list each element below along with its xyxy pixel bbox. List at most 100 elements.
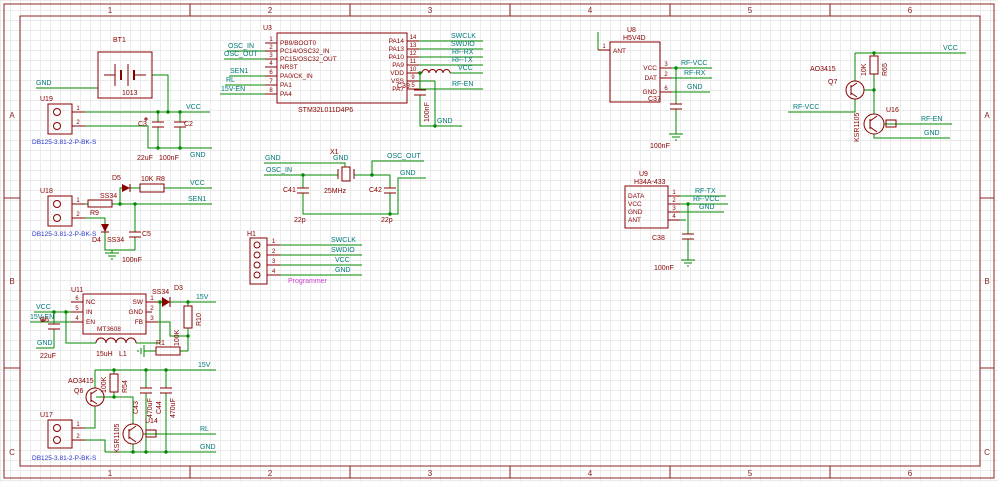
ref-d5[interactable]: D5 [112,175,121,182]
ref-c3[interactable]: C3 [138,121,147,128]
value-d5[interactable]: SS34 [100,193,117,200]
wires[interactable] [30,32,966,453]
net-label-rfrx[interactable]: RF-RX [452,49,474,56]
symbol-u8[interactable] [598,41,672,103]
value-c42[interactable]: 22p [381,217,393,224]
symbol-h1[interactable] [249,237,280,285]
value-u18[interactable]: DB125-3.81-2-P-BK-S [32,231,97,238]
symbol-d3[interactable] [162,297,171,307]
symbol-c44[interactable] [160,387,172,394]
symbol-r8[interactable] [139,183,165,193]
net-label-gnd[interactable]: GND [924,130,940,137]
value-q7[interactable]: AO3415 [810,66,836,73]
net-label-gnd[interactable]: GND [400,170,416,177]
symbol-r65[interactable] [869,55,879,75]
ref-c39[interactable]: C39 [397,83,410,90]
value-c2[interactable]: 100nF [159,155,179,162]
value-u16[interactable]: KSR1105 [854,112,861,142]
value-c44[interactable]: 470uF [170,398,177,418]
value-u8[interactable]: H5V4D [623,35,646,42]
ref-c42[interactable]: C42 [369,187,382,194]
value-r10[interactable]: 100K [174,329,181,346]
symbol-c42[interactable] [384,187,396,194]
ref-c41[interactable]: C41 [283,187,296,194]
net-label-swclk[interactable]: SWCLK [331,237,356,244]
net-label-vcc[interactable]: VCC [186,104,201,111]
net-label-gnd[interactable]: GND [37,340,53,347]
symbol-c43[interactable] [140,387,152,394]
value-u17[interactable]: DB125-3.81-2-P-BK-S [32,455,97,462]
net-label-rfvcc[interactable]: RF-VCC [693,196,719,203]
ref-u18[interactable]: U18 [40,188,53,195]
value-u11[interactable]: MT3608 [97,326,121,333]
net-label-sen1[interactable]: SEN1 [230,68,248,75]
ref-l1[interactable]: L1 [119,351,127,358]
net-label-gnd[interactable]: GND [200,444,216,451]
net-label-rfrx[interactable]: RF-RX [684,70,706,77]
value-u9[interactable]: H34A-433 [634,179,666,186]
value-c39[interactable]: 100nF [424,102,431,122]
symbol-c5[interactable] [129,231,141,238]
net-label-gnd[interactable]: GND [36,80,52,87]
ref-u16[interactable]: U16 [886,107,899,114]
net-label-rfen[interactable]: RF-EN [921,116,942,123]
net-label-gnd[interactable]: GND [687,84,703,91]
value-bt1[interactable]: 1013 [122,90,138,97]
symbol-d5[interactable] [122,184,131,192]
symbol-d4[interactable] [101,224,109,233]
net-label-rfvcc[interactable]: RF-VCC [681,60,707,67]
net-label-gnd[interactable]: GND [190,152,206,159]
net-label-rfvcc[interactable]: RF-VCC [793,104,819,111]
value-d3[interactable]: SS34 [152,289,169,296]
net-label-vcc[interactable]: VCC [190,180,205,187]
ref-c2[interactable]: C2 [184,121,193,128]
ref-bt1[interactable]: BT1 [113,37,126,44]
net-label-swclk[interactable]: SWCLK [451,33,476,40]
net-label-rl[interactable]: RL [200,426,209,433]
net-label-gnd[interactable]: GND [699,204,715,211]
ref-c6[interactable]: C6 [40,317,49,324]
net-label-gnd[interactable]: GND [333,155,349,162]
net-label-rftx[interactable]: RF-TX [452,57,473,64]
net-label-15v[interactable]: 15V [196,294,209,301]
value-r8[interactable]: 10K [141,176,154,183]
schematic-canvas[interactable]: 1 2 3 4 5 6 1 2 3 4 5 6 A B C A B C GND … [0,0,998,482]
value-u14[interactable]: KSR1105 [114,423,121,453]
net-label-oscin[interactable]: OSC_IN [228,43,254,50]
ref-u9[interactable]: U9 [639,171,648,178]
value-c43[interactable]: 470uF [147,398,154,418]
ref-u3[interactable]: U3 [263,25,272,32]
net-label-oscin[interactable]: OSC_IN [266,167,292,174]
value-x1[interactable]: 25MHz [324,188,347,195]
value-q6[interactable]: AO3415 [68,378,94,385]
net-label-gnd[interactable]: GND [335,267,351,274]
value-r54[interactable]: 100K [101,376,108,393]
net-label-15ven[interactable]: 15V-EN [221,86,245,93]
net-label-15v[interactable]: 15V [198,362,211,369]
value-c37[interactable]: 100nF [650,143,670,150]
ref-r54[interactable]: R54 [122,380,129,393]
value-c38[interactable]: 100nF [654,265,674,272]
value-r65[interactable]: 10K [861,63,868,76]
symbol-r10[interactable] [183,305,193,329]
ref-c44[interactable]: C44 [156,401,163,414]
symbol-r9[interactable] [87,199,113,208]
symbol-r1[interactable] [155,346,181,356]
ref-r65[interactable]: R65 [882,63,889,76]
net-label-vcc[interactable]: VCC [943,45,958,52]
net-label-gnd[interactable]: GND [265,155,281,162]
value-c41[interactable]: 22p [294,217,306,224]
part-texts[interactable]: BT1 1013 U19 DB125-3.81-2-P-BK-S 1 2 C3 … [32,25,899,462]
ref-c5[interactable]: C5 [142,231,151,238]
value-u3[interactable]: STM32L011D4P6 [298,107,353,114]
ref-h1[interactable]: H1 [247,231,256,238]
net-label-swdio[interactable]: SWDIO [451,41,475,48]
net-label-rl[interactable]: RL [226,77,235,84]
ref-u14[interactable]: U14 [145,418,158,425]
net-label-rfen[interactable]: RF-EN [452,81,473,88]
ref-u11[interactable]: U11 [71,287,83,294]
ref-q7[interactable]: Q7 [828,79,837,86]
net-label-oscout[interactable]: OSC_OUT [224,51,259,58]
value-c5[interactable]: 100nF [122,257,142,264]
ref-u19[interactable]: U19 [40,96,53,103]
